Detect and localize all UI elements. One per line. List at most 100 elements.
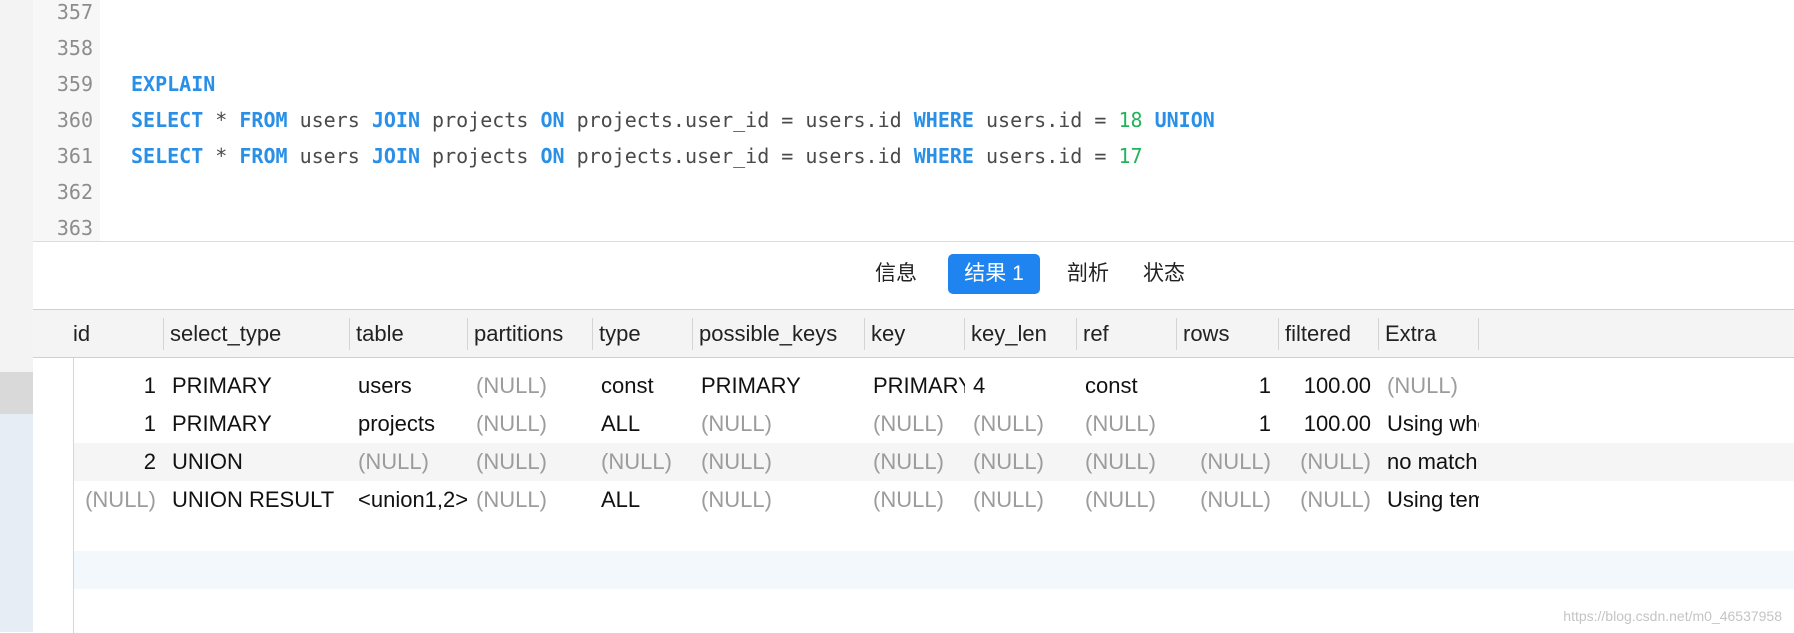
table-cell-type[interactable]: ALL <box>593 405 693 443</box>
table-cell-rows[interactable]: (NULL) <box>1177 443 1279 481</box>
column-header-ref[interactable]: ref <box>1077 310 1177 357</box>
table-cell-key[interactable]: PRIMARY <box>865 367 965 405</box>
column-header-key[interactable]: key <box>865 310 965 357</box>
code-line[interactable]: 361 SELECT * FROM users JOIN projects ON … <box>33 138 1794 174</box>
line-number: 359 <box>56 72 93 96</box>
sql-text: projects.user_id = users.id <box>564 108 914 132</box>
table-cell-filtered[interactable]: 100.00 <box>1279 405 1379 443</box>
column-header-key-len[interactable]: key_len <box>965 310 1077 357</box>
table-cell-key[interactable]: (NULL) <box>865 481 965 519</box>
column-header-id[interactable]: id <box>67 310 164 357</box>
column-divider[interactable] <box>1478 318 1479 350</box>
tab-info[interactable]: 信息 <box>870 254 922 294</box>
table-cell-table[interactable]: users <box>350 367 468 405</box>
table-cell-id[interactable]: 1 <box>67 405 164 443</box>
column-header-possible-keys[interactable]: possible_keys <box>693 310 865 357</box>
table-cell-id[interactable]: 2 <box>67 443 164 481</box>
code-line[interactable]: 358 <box>33 30 1794 66</box>
table-cell-type[interactable]: (NULL) <box>593 443 693 481</box>
table-cell-type[interactable]: ALL <box>593 481 693 519</box>
table-cell-select-type[interactable]: PRIMARY <box>164 405 350 443</box>
code-text: SELECT * FROM users JOIN projects ON pro… <box>131 138 1143 174</box>
sql-number: 17 <box>1118 144 1143 168</box>
table-row[interactable]: 1 PRIMARY projects (NULL) ALL (NULL) (NULL) (NU… <box>74 405 1794 443</box>
table-cell-rows[interactable]: (NULL) <box>1177 481 1279 519</box>
column-header-table[interactable]: table <box>350 310 468 357</box>
table-cell-partitions[interactable]: (NULL) <box>468 443 593 481</box>
table-cell-key[interactable]: (NULL) <box>865 443 965 481</box>
sql-text: * <box>203 144 240 168</box>
line-number: 362 <box>56 180 93 204</box>
table-cell-select-type[interactable]: UNION <box>164 443 350 481</box>
table-cell-key-len[interactable]: (NULL) <box>965 443 1077 481</box>
table-cell-table[interactable]: projects <box>350 405 468 443</box>
sql-keyword: WHERE <box>913 108 974 132</box>
table-cell-rows[interactable]: 1 <box>1177 367 1279 405</box>
table-cell-extra[interactable]: Using whe <box>1379 405 1479 443</box>
table-cell-possible-keys[interactable]: (NULL) <box>693 443 865 481</box>
column-header-filtered[interactable]: filtered <box>1279 310 1379 357</box>
table-cell-key-len[interactable]: (NULL) <box>965 481 1077 519</box>
result-grid[interactable]: id select_type table partitions type possible… <box>33 309 1794 633</box>
table-cell-filtered[interactable]: (NULL) <box>1279 443 1379 481</box>
table-cell-filtered[interactable]: (NULL) <box>1279 481 1379 519</box>
table-row[interactable]: 2 UNION (NULL) (NULL) (NULL) (NULL) (NULL) (NUL… <box>74 443 1794 481</box>
table-cell-filtered[interactable]: 100.00 <box>1279 367 1379 405</box>
tab-result-1[interactable]: 结果 1 <box>948 254 1040 294</box>
sql-keyword: JOIN <box>371 108 421 132</box>
table-cell-id[interactable]: (NULL) <box>67 481 164 519</box>
code-text: EXPLAIN <box>131 66 215 102</box>
column-header-partitions[interactable]: partitions <box>468 310 593 357</box>
table-cell-extra[interactable]: (NULL) <box>1379 367 1479 405</box>
table-cell-select-type[interactable]: UNION RESULT <box>164 481 350 519</box>
code-text: SELECT * FROM users JOIN projects ON pro… <box>131 102 1215 138</box>
sql-keyword: JOIN <box>371 144 421 168</box>
code-line[interactable]: 359 EXPLAIN <box>33 66 1794 102</box>
table-cell-rows[interactable]: 1 <box>1177 405 1279 443</box>
table-cell-key-len[interactable]: 4 <box>965 367 1077 405</box>
sql-text: users.id = <box>973 144 1119 168</box>
tab-profile[interactable]: 剖析 <box>1060 254 1116 294</box>
table-cell-ref[interactable]: (NULL) <box>1077 443 1177 481</box>
table-cell-table[interactable]: <union1,2> <box>350 481 468 519</box>
table-cell-ref[interactable]: (NULL) <box>1077 481 1177 519</box>
table-cell-id[interactable]: 1 <box>67 367 164 405</box>
table-cell-possible-keys[interactable]: PRIMARY <box>693 367 865 405</box>
table-cell-ref[interactable]: const <box>1077 367 1177 405</box>
left-strip-top <box>0 0 33 372</box>
left-panel-strip <box>0 0 33 632</box>
empty-row <box>74 551 1794 589</box>
table-cell-possible-keys[interactable]: (NULL) <box>693 405 865 443</box>
code-line[interactable]: 360 SELECT * FROM users JOIN projects ON … <box>33 102 1794 138</box>
table-cell-partitions[interactable]: (NULL) <box>468 367 593 405</box>
code-line[interactable]: 357 <box>33 0 1794 30</box>
table-row[interactable]: (NULL) UNION RESULT <union1,2> (NULL) ALL (NU… <box>74 481 1794 519</box>
table-cell-type[interactable]: const <box>593 367 693 405</box>
column-header-type[interactable]: type <box>593 310 693 357</box>
table-cell-extra[interactable]: Using tem <box>1379 481 1479 519</box>
code-line[interactable]: 362 <box>33 174 1794 210</box>
table-row[interactable]: 1 PRIMARY users (NULL) const PRIMARY PRIMARY 4 c… <box>74 367 1794 405</box>
sql-text: users.id = <box>973 108 1119 132</box>
table-cell-partitions[interactable]: (NULL) <box>468 481 593 519</box>
table-cell-select-type[interactable]: PRIMARY <box>164 367 350 405</box>
table-cell-key[interactable]: (NULL) <box>865 405 965 443</box>
column-header-extra[interactable]: Extra <box>1379 310 1479 357</box>
table-cell-ref[interactable]: (NULL) <box>1077 405 1177 443</box>
column-header-select-type[interactable]: select_type <box>164 310 350 357</box>
sql-text: projects.user_id = users.id <box>564 144 914 168</box>
sql-keyword: FROM <box>239 144 288 168</box>
line-number: 360 <box>56 108 93 132</box>
sql-text: projects <box>420 144 541 168</box>
table-cell-table[interactable]: (NULL) <box>350 443 468 481</box>
table-cell-partitions[interactable]: (NULL) <box>468 405 593 443</box>
sql-text: * <box>203 108 240 132</box>
line-number: 358 <box>56 36 93 60</box>
tab-status[interactable]: 状态 <box>1136 254 1192 294</box>
sql-editor[interactable]: 357 358 359 EXPLAIN 360 SELECT * FROM users J… <box>33 0 1794 241</box>
table-cell-extra[interactable]: no matchi <box>1379 443 1479 481</box>
column-header-rows[interactable]: rows <box>1177 310 1279 357</box>
table-cell-key-len[interactable]: (NULL) <box>965 405 1077 443</box>
table-cell-possible-keys[interactable]: (NULL) <box>693 481 865 519</box>
